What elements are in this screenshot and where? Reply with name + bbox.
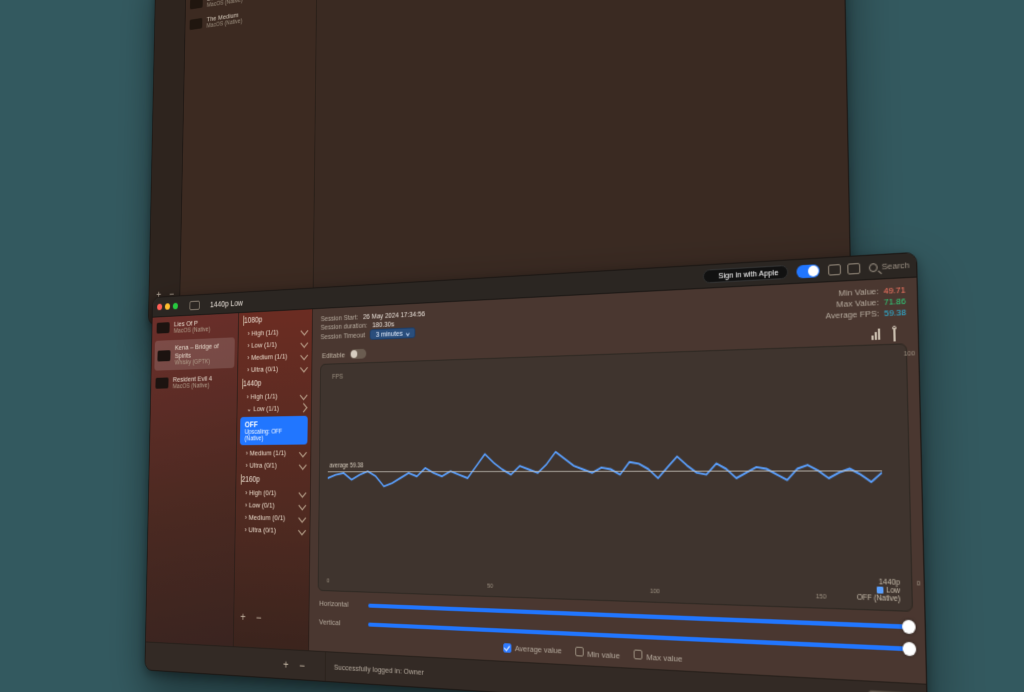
chevron-down-icon (300, 326, 308, 335)
preset-row[interactable]: › Medium (0/1) (235, 511, 309, 524)
status-text: Successfully logged in: Owner (333, 662, 423, 676)
session-duration: Session duration: 180.30s (320, 318, 424, 332)
toolbar-toggle[interactable] (796, 263, 819, 277)
thumbnail (155, 377, 168, 388)
bar-chart-icon[interactable] (871, 328, 882, 340)
minimize-icon[interactable] (164, 303, 169, 310)
window-title: 1440p Low (210, 297, 243, 308)
add-remove-controls[interactable]: + − (152, 650, 316, 673)
preset-row[interactable]: › High (1/1) (237, 389, 311, 403)
min-checkbox[interactable]: Min value (574, 646, 619, 660)
search-field[interactable]: Search (868, 260, 909, 272)
list-item[interactable]: The MediumMacOS (Native) (185, 0, 316, 36)
preset-row[interactable]: › Ultra (0/1) (235, 523, 309, 537)
chevron-down-icon (299, 390, 307, 399)
average-label: average 59.38 (329, 462, 363, 469)
thumbnail (189, 0, 202, 9)
chevron-down-icon (242, 378, 243, 388)
chevron-down-icon (300, 351, 308, 360)
layout-icon[interactable] (827, 263, 840, 275)
chart-xtick: 0 (326, 578, 329, 584)
preset-selected[interactable]: OFF Upscaling: OFF (Native) (239, 416, 307, 445)
preset-row[interactable]: › Low (0/1) (235, 499, 309, 512)
main-window: 1440p Low Sign in with Apple Search Lies… (144, 252, 927, 692)
preset-row[interactable]: ⌄ Low (1/1) (237, 401, 311, 415)
chevron-down-icon (299, 403, 307, 412)
slider-knob[interactable] (901, 619, 915, 633)
preset-group[interactable]: 1440p (237, 373, 311, 390)
preset-row[interactable]: › Ultra (0/1) (236, 459, 310, 472)
chart-xtick: 50 (487, 583, 493, 589)
inspector-icon[interactable] (846, 262, 859, 274)
chevron-down-icon (298, 513, 306, 523)
traffic-lights[interactable] (157, 303, 178, 310)
list-item[interactable]: Death StrandingMacOS (Native) (185, 0, 316, 15)
chevron-down-icon (298, 526, 306, 536)
chevron-down-icon (298, 500, 306, 510)
search-placeholder: Search (881, 260, 909, 272)
games-sidebar: Lies Of PMacOS (Native) Kena – Bridge of… (145, 313, 238, 646)
game-item[interactable]: Resident Evil 4MacOS (Native) (151, 369, 237, 394)
chevron-down-icon (298, 460, 306, 469)
preset-row[interactable]: › Medium (1/1) (238, 349, 312, 364)
summary-readout: Min Value: 49.71 Max Value: 71.86 Averag… (825, 285, 906, 322)
checkbox-icon (502, 643, 510, 653)
game-item[interactable]: Lies Of PMacOS (Native) (152, 313, 238, 339)
add-remove-controls[interactable]: + − (234, 606, 309, 631)
editable-label: Editable (321, 350, 344, 359)
preset-row[interactable]: › High (1/1) (238, 324, 311, 340)
preset-row[interactable]: › Medium (1/1) (236, 446, 310, 459)
preset-row[interactable]: › Low (1/1) (238, 336, 311, 351)
presets-sidebar: 1080p › High (1/1) › Low (1/1) › Medium … (233, 309, 312, 650)
fps-chart: FPS average 59.38 100 0 0 50 100 150 (317, 343, 912, 612)
chevron-down-icon (240, 474, 241, 484)
zoom-icon[interactable] (172, 303, 177, 310)
max-checkbox[interactable]: Max value (633, 649, 682, 663)
chart-xtick: 150 (815, 593, 826, 600)
chart-ylabel: FPS (332, 373, 343, 380)
preset-row[interactable]: › High (0/1) (236, 486, 310, 499)
back-status-text: Successfully logged in: Owner (185, 304, 264, 316)
add-remove-controls[interactable]: + − (156, 287, 177, 301)
editable-toggle[interactable] (349, 349, 365, 359)
thumbnail (157, 349, 170, 360)
slider-knob[interactable] (902, 641, 916, 656)
sidebar-toggle-icon[interactable] (189, 300, 199, 310)
chevron-updown-icon (405, 330, 409, 336)
chevron-down-icon (299, 448, 307, 457)
sign-in-button[interactable]: Sign in with Apple (703, 265, 788, 284)
avg-checkbox[interactable]: Average value (502, 643, 561, 658)
legend-swatch (876, 586, 883, 593)
thumbnail (189, 18, 202, 30)
session-start: Session Start: 26 May 2024 17:34:56 (320, 309, 424, 323)
chevron-down-icon (300, 338, 308, 347)
chart-ytick: 100 (903, 351, 914, 358)
chart-ytick: 0 (916, 580, 920, 587)
chevron-down-icon (298, 488, 306, 498)
chart-xtick: 100 (649, 588, 659, 595)
back-window-sidebar (148, 0, 186, 324)
search-icon (868, 262, 877, 271)
checkbox-icon (633, 649, 642, 659)
preset-row[interactable]: › Ultra (0/1) (238, 361, 312, 376)
back-games-list: Death StrandingMacOS (Native) The Medium… (180, 0, 317, 303)
checkbox-icon (574, 646, 583, 656)
chevron-down-icon (243, 315, 244, 325)
chevron-down-icon (300, 363, 308, 372)
close-icon[interactable] (157, 303, 162, 310)
preset-group[interactable]: 1080p (238, 309, 311, 328)
session-timeout: Session Timeout 3 minutes (320, 327, 424, 342)
trash-icon[interactable] (893, 327, 904, 339)
timeout-select[interactable]: 3 minutes (370, 327, 415, 340)
chart-legend: 1440p Low OFF (Native) (856, 578, 900, 603)
game-item-selected[interactable]: Kena – Bridge of SpiritsWhisky (GPTK) (154, 337, 234, 370)
thumbnail (156, 322, 169, 333)
stats-panel: Session Start: 26 May 2024 17:34:56 Sess… (309, 277, 926, 683)
preset-group[interactable]: 2160p (236, 471, 310, 486)
